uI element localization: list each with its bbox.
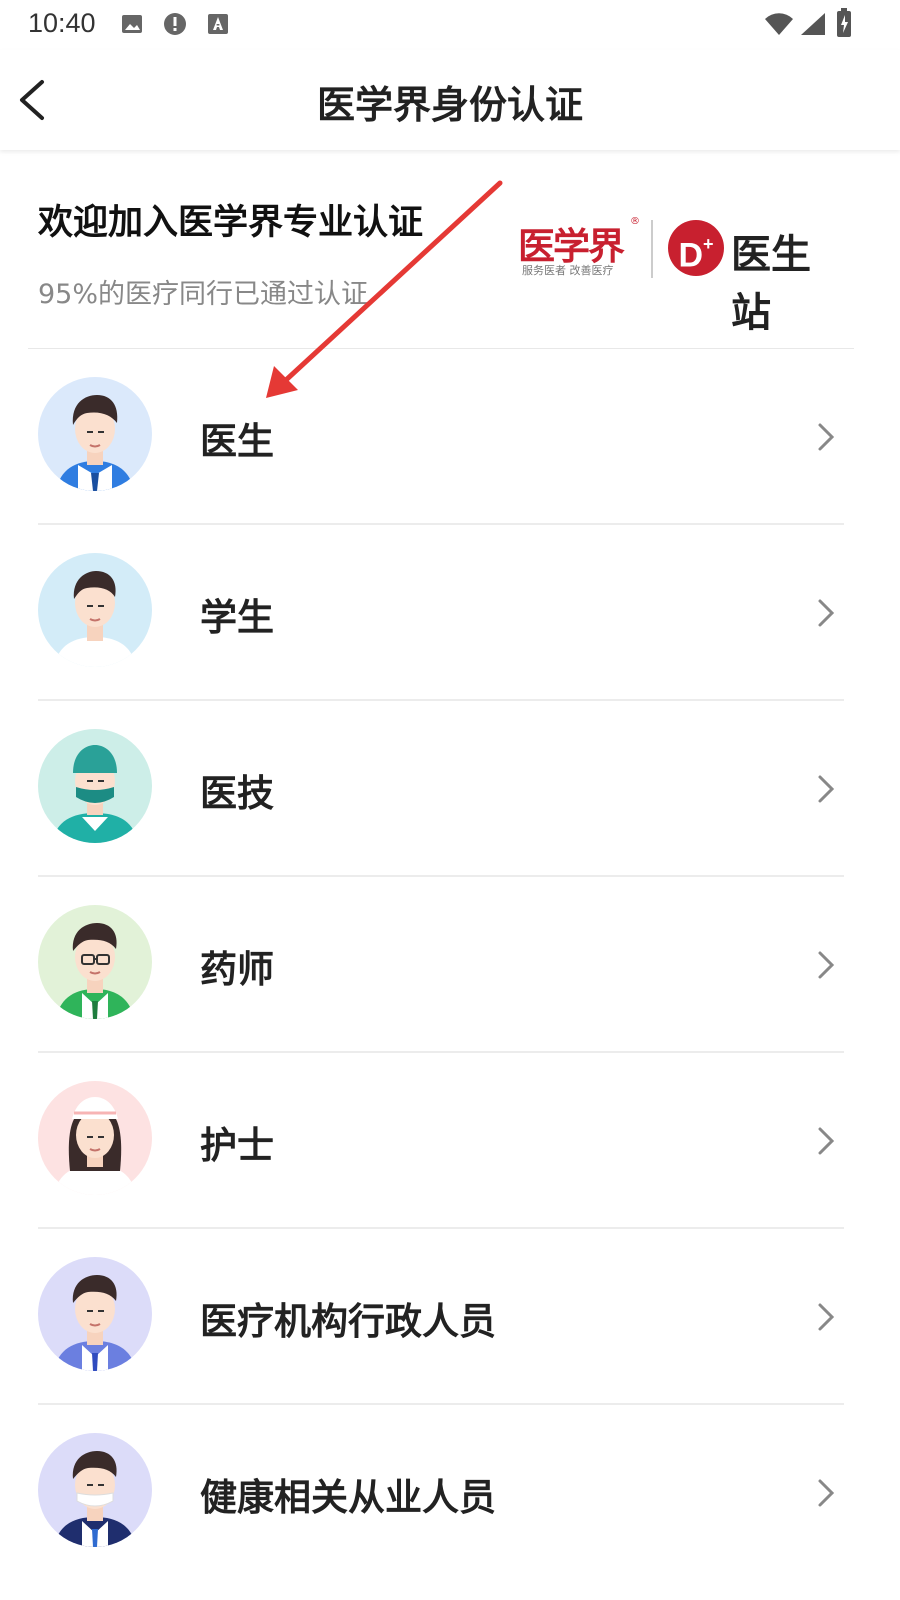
- chevron-right-icon: [818, 1127, 835, 1155]
- chevron-right-icon: [818, 599, 835, 627]
- role-item-nurse[interactable]: 护士: [0, 1053, 900, 1229]
- brand-yishengzhan-text: 医生站: [731, 231, 811, 336]
- role-label: 健康相关从业人员: [200, 1476, 496, 1519]
- header-bar: 医学界身份认证: [0, 50, 900, 150]
- intro-subtitle: 95%的医疗同行已通过认证: [38, 279, 369, 310]
- brand-d-badge: D+: [668, 220, 724, 276]
- chevron-right-icon: [818, 1479, 835, 1507]
- chevron-right-icon: [818, 951, 835, 979]
- role-label: 医生: [200, 420, 274, 463]
- role-label: 医技: [200, 772, 274, 815]
- chevron-right-icon: [818, 1303, 835, 1331]
- role-item-technician[interactable]: 医技: [0, 701, 900, 877]
- page-title: 医学界身份认证: [316, 83, 583, 127]
- doctor-avatar: [38, 377, 152, 491]
- status-bar: 10:40: [0, 0, 900, 50]
- role-list: 医生 学生 医技 药师 护士 医疗机构行政人员 健康相关从业人员: [0, 349, 900, 1581]
- role-item-admin[interactable]: 医疗机构行政人员: [0, 1229, 900, 1405]
- signal-icon: [801, 13, 825, 35]
- role-label: 药师: [200, 948, 274, 991]
- text-icon: [208, 14, 228, 34]
- role-label: 医疗机构行政人员: [200, 1300, 496, 1343]
- image-icon: [122, 15, 142, 33]
- role-label: 学生: [200, 596, 274, 639]
- status-time: 10:40: [28, 8, 96, 38]
- admin-avatar: [38, 1257, 152, 1371]
- brand-logo: 医学界 ® 服务医者 改善医疗 D+ 医生站: [518, 216, 850, 336]
- chevron-right-icon: [818, 775, 835, 803]
- battery-icon: [837, 8, 851, 37]
- technician-avatar: [38, 729, 152, 843]
- role-item-health-worker[interactable]: 健康相关从业人员: [0, 1405, 900, 1581]
- logo-divider: [651, 220, 653, 278]
- role-item-doctor[interactable]: 医生: [0, 349, 900, 525]
- role-label: 护士: [200, 1124, 274, 1167]
- intro-title: 欢迎加入医学界专业认证: [38, 203, 424, 243]
- student-avatar: [38, 553, 152, 667]
- alert-icon: [164, 13, 186, 35]
- brand-yixuejie-slogan: 服务医者 改善医疗: [522, 264, 614, 277]
- wifi-icon: [765, 13, 793, 36]
- nurse-avatar: [38, 1081, 152, 1195]
- health-worker-avatar: [38, 1433, 152, 1547]
- pharmacist-avatar: [38, 905, 152, 1019]
- role-item-pharmacist[interactable]: 药师: [0, 877, 900, 1053]
- role-item-student[interactable]: 学生: [0, 525, 900, 701]
- chevron-right-icon: [818, 423, 835, 451]
- registered-mark: ®: [630, 216, 640, 227]
